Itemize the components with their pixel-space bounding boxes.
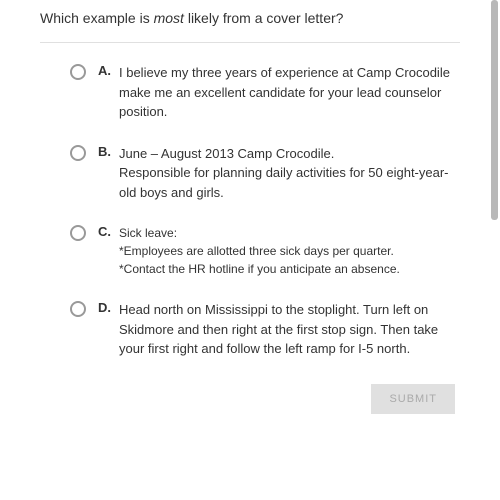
option-c[interactable]: C. Sick leave:*Employees are allotted th… — [40, 224, 460, 278]
option-text: June – August 2013 Camp Crocodile.Respon… — [119, 144, 460, 203]
question-prefix: Which example is — [40, 10, 154, 26]
option-label: A. — [98, 63, 111, 78]
submit-wrap: SUBMIT — [40, 384, 460, 414]
radio-icon[interactable] — [70, 225, 86, 241]
option-b[interactable]: B. June – August 2013 Camp Crocodile.Res… — [40, 144, 460, 203]
option-text: Sick leave:*Employees are allotted three… — [119, 224, 400, 278]
option-label: D. — [98, 300, 111, 315]
option-content: D. Head north on Mississippi to the stop… — [98, 300, 460, 359]
question-suffix: likely from a cover letter? — [184, 10, 344, 26]
option-label: B. — [98, 144, 111, 159]
scrollbar[interactable] — [491, 0, 498, 220]
radio-icon[interactable] — [70, 301, 86, 317]
option-content: C. Sick leave:*Employees are allotted th… — [98, 224, 460, 278]
option-content: B. June – August 2013 Camp Crocodile.Res… — [98, 144, 460, 203]
option-d[interactable]: D. Head north on Mississippi to the stop… — [40, 300, 460, 359]
radio-icon[interactable] — [70, 64, 86, 80]
option-a[interactable]: A. I believe my three years of experienc… — [40, 63, 460, 122]
option-text: I believe my three years of experience a… — [119, 63, 460, 122]
question-text: Which example is most likely from a cove… — [40, 0, 460, 43]
options-list: A. I believe my three years of experienc… — [40, 43, 460, 359]
option-text: Head north on Mississippi to the stoplig… — [119, 300, 460, 359]
radio-icon[interactable] — [70, 145, 86, 161]
option-content: A. I believe my three years of experienc… — [98, 63, 460, 122]
question-emphasis: most — [154, 10, 184, 26]
option-label: C. — [98, 224, 111, 239]
submit-button[interactable]: SUBMIT — [371, 384, 455, 414]
